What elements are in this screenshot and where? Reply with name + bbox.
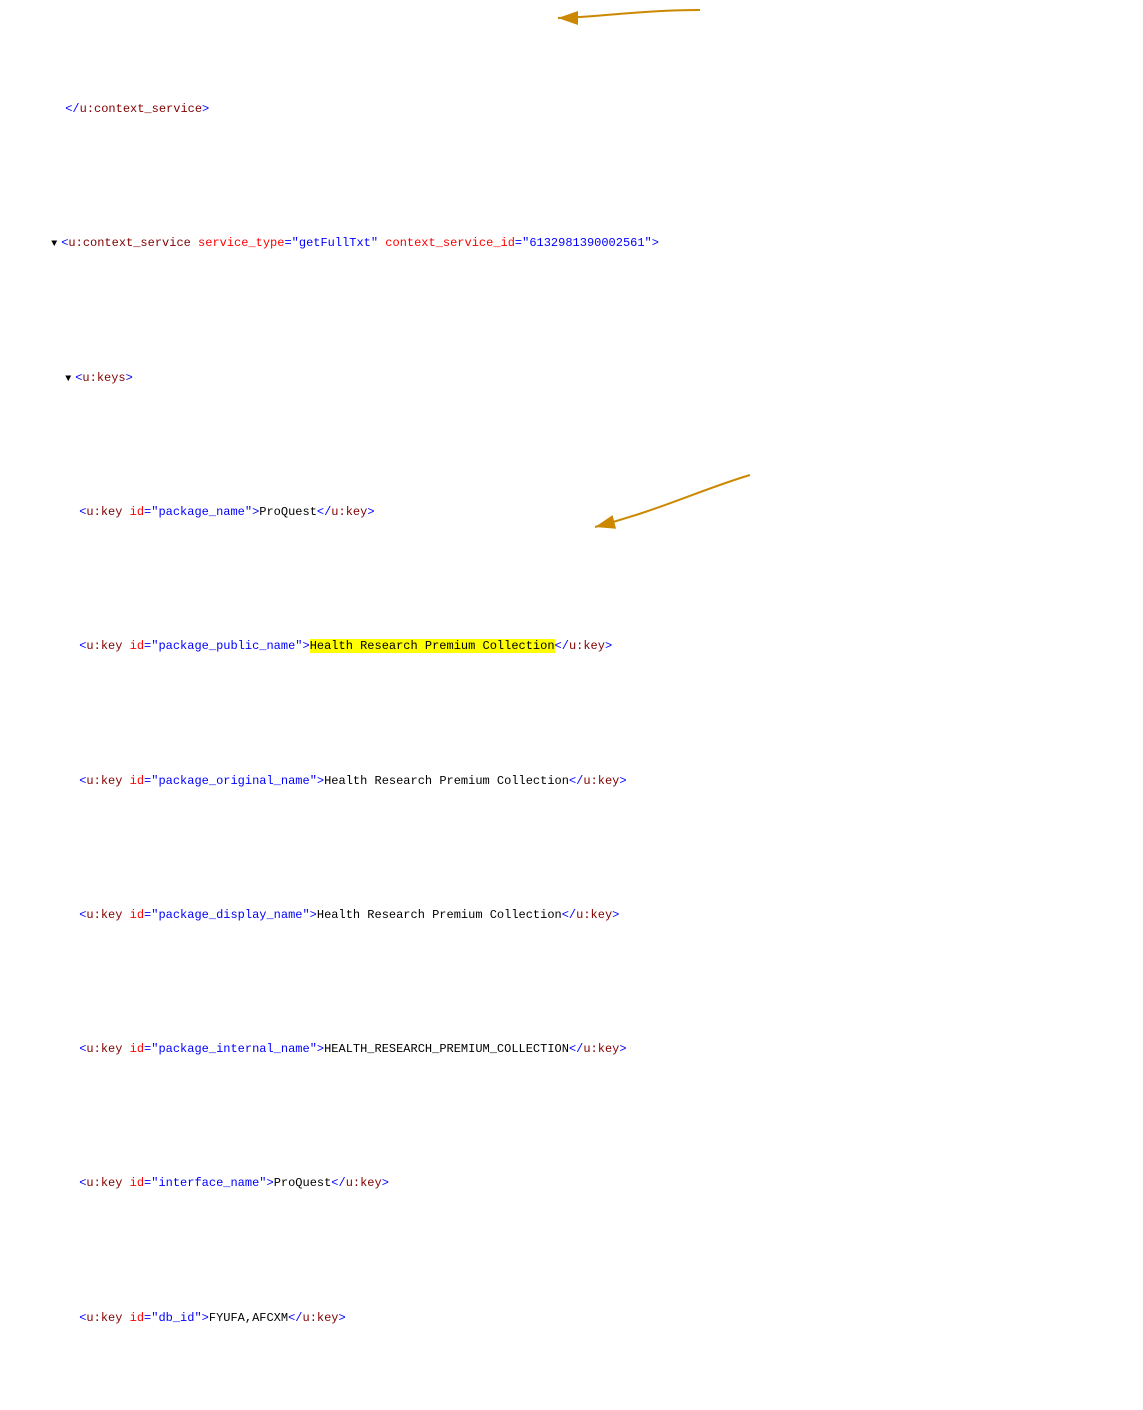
bracket: < — [79, 908, 86, 922]
tag: u:key — [569, 639, 605, 653]
bracket: < — [79, 1311, 86, 1325]
attr: context_service_id — [385, 236, 515, 250]
text: Health Research Premium Collection — [317, 908, 562, 922]
bracket: > — [339, 1311, 346, 1325]
bracket: "> — [645, 236, 659, 250]
xml-line-6: <u:key id="package_original_name">Health… — [8, 752, 1135, 810]
bracket: > — [605, 639, 612, 653]
attr: id — [130, 639, 144, 653]
attr-val: package_display_name — [158, 908, 302, 922]
tag: u:context_service — [68, 236, 190, 250]
attr-val: package_name — [158, 505, 244, 519]
bracket: =" — [515, 236, 529, 250]
highlighted-text: Health Research Premium Collection — [310, 639, 555, 653]
text: HEALTH_RESEARCH_PREMIUM_COLLECTION — [324, 1042, 569, 1056]
bracket: </ — [562, 908, 576, 922]
tag: u:key — [86, 505, 122, 519]
attr: id — [130, 908, 144, 922]
bracket: =" — [144, 505, 158, 519]
bracket: < — [79, 1042, 86, 1056]
xml-line-4: <u:key id="package_name">ProQuest</u:key… — [8, 484, 1135, 542]
bracket: "> — [295, 639, 309, 653]
bracket: < — [79, 774, 86, 788]
bracket: > — [202, 102, 209, 116]
attr-val: interface_name — [158, 1176, 259, 1190]
xml-content: </u:context_service> ▼<u:context_service… — [0, 0, 1143, 1410]
tag: u:key — [86, 1042, 122, 1056]
text: Health Research Premium Collection — [324, 774, 569, 788]
bracket: =" — [144, 1311, 158, 1325]
attr-val: package_original_name — [158, 774, 309, 788]
tag: u:key — [346, 1176, 382, 1190]
tag: u:keys — [82, 371, 125, 385]
attr-val: getFullTxt — [299, 236, 371, 250]
tag: u:key — [583, 774, 619, 788]
tag: u:key — [86, 1176, 122, 1190]
tag: u:key — [576, 908, 612, 922]
bracket: "> — [310, 774, 324, 788]
attr: id — [130, 1176, 144, 1190]
bracket: "> — [310, 1042, 324, 1056]
attr-val: db_id — [158, 1311, 194, 1325]
attr: service_type — [198, 236, 284, 250]
bracket: =" — [144, 908, 158, 922]
bracket: </ — [65, 102, 79, 116]
bracket: "> — [245, 505, 259, 519]
bracket: "> — [259, 1176, 273, 1190]
bracket: "> — [194, 1311, 208, 1325]
bracket: "> — [302, 908, 316, 922]
attr-val: package_public_name — [158, 639, 295, 653]
xml-line-3: ▼<u:keys> — [8, 349, 1135, 407]
bracket: </ — [317, 505, 331, 519]
bracket: > — [382, 1176, 389, 1190]
text: ProQuest — [274, 1176, 332, 1190]
tag: u:key — [86, 908, 122, 922]
attr-val: 6132981390002561 — [529, 236, 644, 250]
tag: u:key — [86, 639, 122, 653]
attr: id — [130, 774, 144, 788]
text: FYUFA,AFCXM — [209, 1311, 288, 1325]
bracket: < — [79, 1176, 86, 1190]
xml-line-9: <u:key id="interface_name">ProQuest</u:k… — [8, 1155, 1135, 1213]
bracket: </ — [288, 1311, 302, 1325]
xml-viewer: </u:context_service> ▼<u:context_service… — [0, 0, 1143, 1410]
xml-line-5: <u:key id="package_public_name">Health R… — [8, 618, 1135, 676]
bracket: > — [612, 908, 619, 922]
attr-val: package_internal_name — [158, 1042, 309, 1056]
tag: u:key — [303, 1311, 339, 1325]
bracket: > — [619, 774, 626, 788]
bracket: =" — [144, 1176, 158, 1190]
xml-line-8: <u:key id="package_internal_name">HEALTH… — [8, 1021, 1135, 1079]
tag: u:key — [331, 505, 367, 519]
attr: id — [130, 505, 144, 519]
xml-line-2: ▼<u:context_service service_type="getFul… — [8, 215, 1135, 273]
bracket: =" — [144, 1042, 158, 1056]
attr: id — [130, 1311, 144, 1325]
bracket: </ — [569, 1042, 583, 1056]
tag: u:key — [86, 774, 122, 788]
bracket: > — [126, 371, 133, 385]
bracket: =" — [144, 774, 158, 788]
bracket: </ — [331, 1176, 345, 1190]
bracket: " — [371, 236, 378, 250]
bracket: =" — [284, 236, 298, 250]
xml-line-1: </u:context_service> — [8, 81, 1135, 139]
bracket: =" — [144, 639, 158, 653]
bracket: </ — [555, 639, 569, 653]
bracket: > — [619, 1042, 626, 1056]
bracket: > — [367, 505, 374, 519]
tag: u:key — [86, 1311, 122, 1325]
tag: u:context_service — [80, 102, 202, 116]
attr: id — [130, 1042, 144, 1056]
xml-line-7: <u:key id="package_display_name">Health … — [8, 887, 1135, 945]
fold-triangle[interactable]: ▼ — [51, 237, 61, 253]
bracket: </ — [569, 774, 583, 788]
xml-line-10: <u:key id="db_id">FYUFA,AFCXM</u:key> — [8, 1290, 1135, 1348]
text: ProQuest — [259, 505, 317, 519]
tag: u:key — [583, 1042, 619, 1056]
fold-triangle[interactable]: ▼ — [65, 372, 75, 388]
